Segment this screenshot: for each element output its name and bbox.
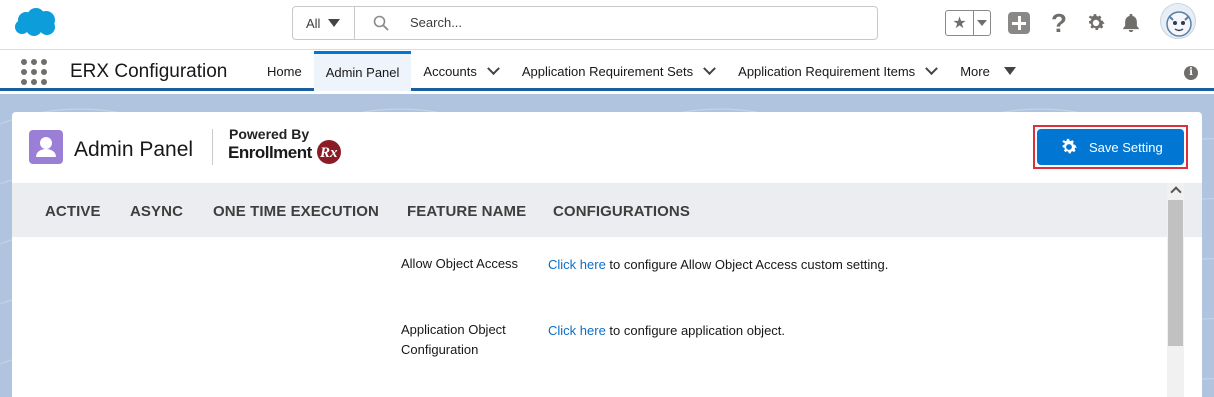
enrollmentrx-logo-text: Enrollment [228,143,312,162]
caret-down-icon [328,19,341,27]
enrollmentrx-rx-logo-icon: Rx [317,140,341,164]
user-object-icon [29,130,63,164]
app-nav-bar: ERX Configuration Home Admin Panel Accou… [0,51,1214,91]
search-icon [373,15,389,31]
save-setting-label: Save Setting [1089,139,1163,155]
save-setting-button[interactable]: Save Setting [1037,129,1184,165]
user-avatar[interactable] [1160,3,1196,39]
info-icon[interactable]: i [1184,66,1198,80]
chevron-down-icon[interactable] [703,61,717,75]
column-header-async: ASYNC [130,203,184,220]
powered-by-label: Powered By [229,126,310,142]
nav-tab-application-requirement-items[interactable]: Application Requirement Items [726,51,948,91]
column-header-one-time-execution: ONE TIME EXECUTION [213,203,379,220]
gear-icon [1062,138,1077,154]
nav-tab-home[interactable]: Home [255,51,314,91]
caret-down-icon [1003,67,1016,75]
nav-tab-label: Accounts [423,63,477,79]
rx-logo-text: Rx [319,145,338,161]
configuration-cell: Click here to configure application obje… [548,323,785,338]
nav-tab-more[interactable]: More [948,51,1028,91]
nav-tab-label: More [960,63,990,79]
nav-tabs: Home Admin Panel Accounts Application Re… [255,51,1028,91]
chevron-down-icon[interactable] [487,61,500,75]
column-header-active: ACTIVE [45,203,101,220]
help-icon[interactable]: ? [1051,8,1071,38]
global-search[interactable]: All Search... [292,6,878,40]
setup-gear-icon[interactable] [1085,12,1107,34]
global-header: All Search... ★ ? [0,0,1214,50]
nav-tab-label: Application Requirement Items [738,63,916,79]
column-header-configurations: CONFIGURATIONS [553,203,690,220]
favorites-group[interactable]: ★ [945,10,991,36]
scrollbar-thumb[interactable] [1168,200,1183,346]
configuration-text: to configure Allow Object Access custom … [605,257,889,272]
admin-panel-card: Admin Panel Powered By Enrollment Rx Sav… [12,112,1202,397]
search-scope-select[interactable]: All [293,7,355,39]
favorites-dropdown-icon[interactable] [974,11,990,35]
nav-tab-label: Home [267,63,302,79]
global-actions-plus-icon[interactable] [1008,12,1030,34]
configure-link[interactable]: Click here [548,323,606,338]
header-divider [212,129,213,165]
salesforce-cloud-logo[interactable] [12,7,58,39]
nav-tab-label: Admin Panel [325,65,400,80]
search-input[interactable]: Search... [410,15,462,30]
configure-link[interactable]: Click here [548,257,606,272]
notifications-bell-icon[interactable] [1120,12,1142,34]
star-icon[interactable]: ★ [946,11,974,35]
configuration-text: to configure application object. [605,323,786,338]
card-header: Admin Panel Powered By Enrollment Rx Sav… [12,112,1202,183]
nav-tab-admin-panel[interactable]: Admin Panel [313,51,412,91]
avatar-image [1166,11,1192,37]
page-title: Admin Panel [74,138,194,161]
table-body: Allow Object Access Click here to config… [29,237,1167,397]
app-name: ERX Configuration [70,61,228,82]
column-header-feature-name: FEATURE NAME [407,203,527,220]
feature-name-cell: Allow Object Access [401,256,519,271]
table-header: ACTIVE ASYNC ONE TIME EXECUTION FEATURE … [12,183,1202,237]
configuration-cell: Click here to configure Allow Object Acc… [548,257,888,272]
app-launcher-icon[interactable] [21,59,47,85]
chevron-down-icon[interactable] [925,61,939,75]
nav-tab-application-requirement-sets[interactable]: Application Requirement Sets [510,51,726,91]
nav-tab-accounts[interactable]: Accounts [411,51,509,91]
search-scope-label: All [306,15,321,31]
nav-tab-label: Application Requirement Sets [521,63,694,79]
feature-name-cell: Application Object Configuration [401,322,506,357]
